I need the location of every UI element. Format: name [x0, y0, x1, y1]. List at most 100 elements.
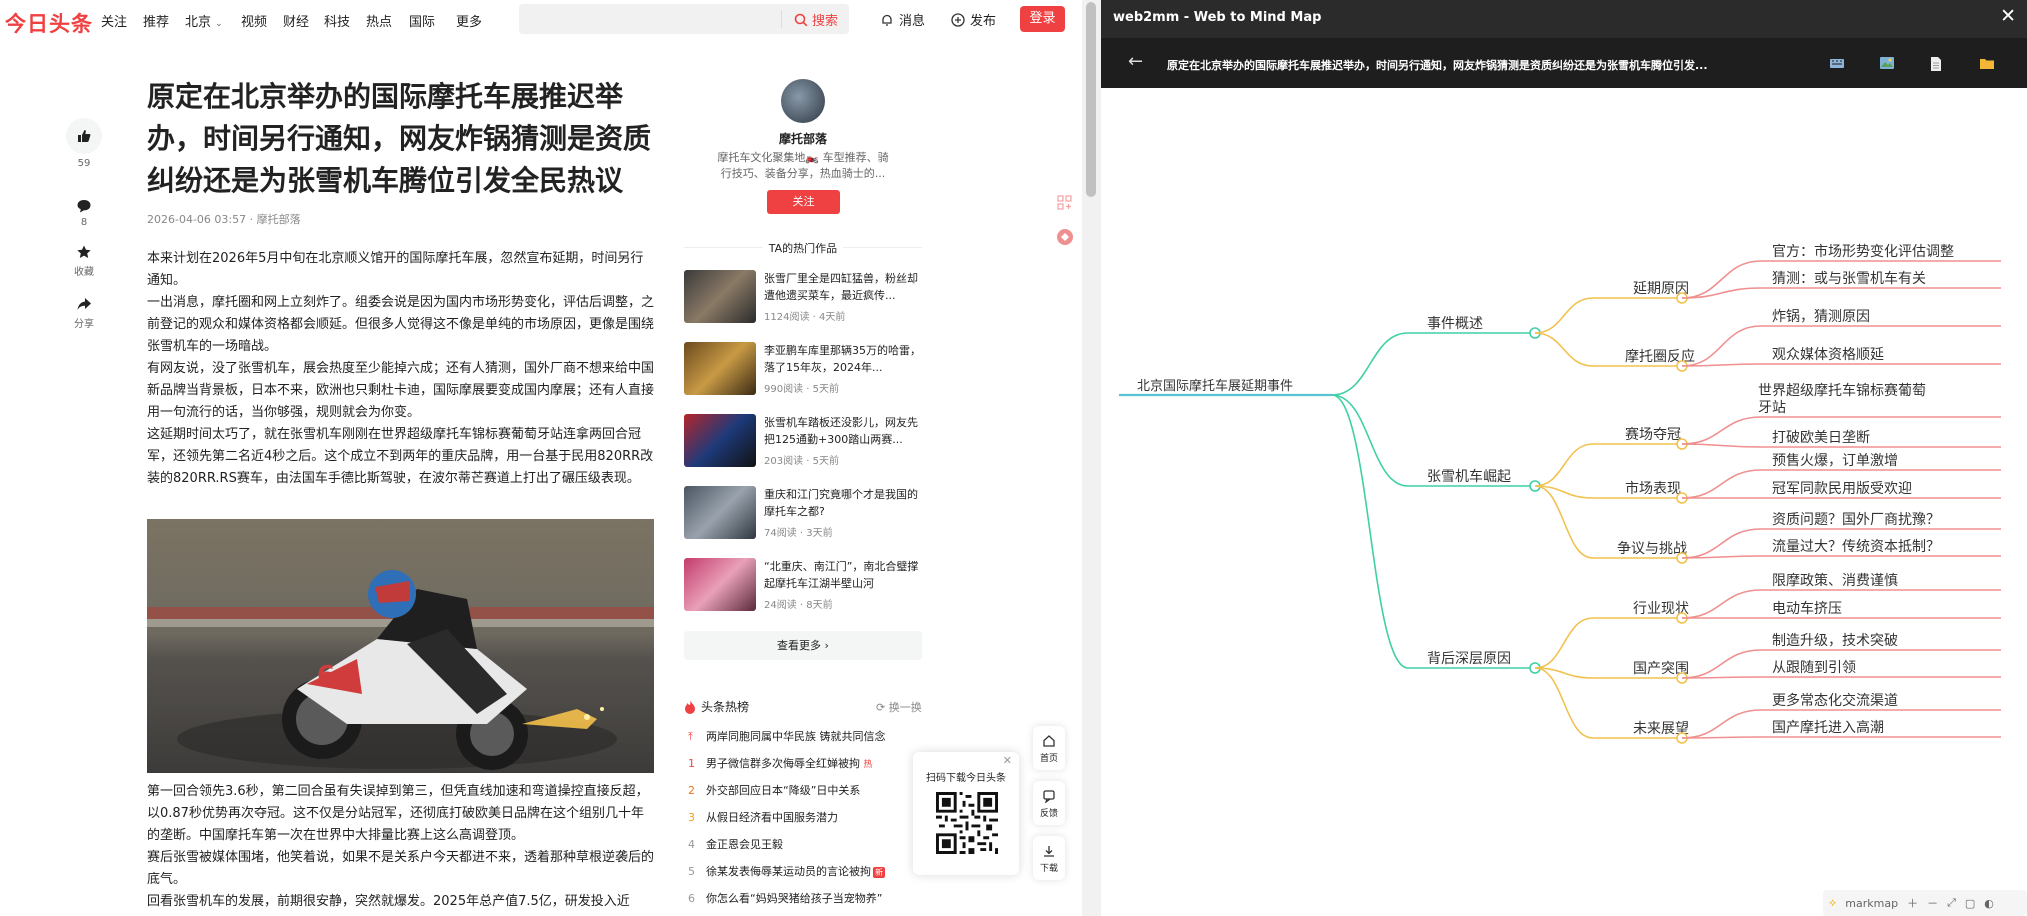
panel-titlebar: web2mm - Web to Mind Map ✕ [1101, 0, 2027, 38]
author-avatar[interactable] [781, 79, 825, 123]
nav-follow[interactable]: 关注 [101, 11, 127, 30]
hot-list-title: 头条热榜 [701, 700, 750, 714]
work-item[interactable]: 重庆和江门究竟哪个才是我国的摩托车之都? 74阅读 · 3天前 [684, 486, 922, 542]
folder-icon[interactable] [1979, 56, 1995, 70]
grid-icon[interactable] [1056, 194, 1074, 212]
publish-button[interactable]: 发布 [951, 10, 996, 29]
nav-beijing[interactable]: 北京 ⌄ [185, 11, 223, 30]
nav-international[interactable]: 国际 [409, 11, 435, 30]
close-icon[interactable]: ✕ [2000, 5, 2016, 27]
back-arrow-icon[interactable]: ← [1128, 51, 1143, 72]
hot-item[interactable]: 5 徐某发表侮辱某运动员的言论被拘新 [688, 863, 885, 879]
branch-connector [1331, 394, 1409, 487]
logo[interactable]: 今日头条 [5, 8, 93, 38]
work-item[interactable]: “北重庆、南江门”，南北合璧撑起摩托车江湖半壁山河 24阅读 · 8天前 [684, 558, 922, 614]
work-meta: 203阅读 · 5天前 [764, 456, 839, 467]
root-node-label: 北京国际摩托车展延期事件 [1137, 378, 1293, 394]
more-works-button[interactable]: 查看更多 › [684, 631, 922, 660]
hot-item[interactable]: ⤒ 两岸同胞同属中华民族 铸就共同信念 [688, 728, 886, 744]
comment-button[interactable]: 8 [66, 198, 102, 228]
news-page: 今日头条 关注 推荐 北京 ⌄ 视频 财经 科技 热点 国际 更多 搜索 消息 … [0, 0, 1082, 916]
nav-video[interactable]: 视频 [241, 11, 267, 30]
hot-item-text: 从假日经济看中国服务潜力 [706, 811, 838, 824]
article-title: 原定在北京举办的国际摩托车展推迟举办，时间另行通知，网友炸锅猜测是资质纠纷还是为… [147, 80, 652, 197]
work-item[interactable]: 李亚鹏车库里那辆35万的哈雷，落了15年灰，2024年... 990阅读 · 5… [684, 342, 922, 398]
plus-circle-icon [951, 12, 965, 27]
comment-icon [77, 200, 91, 213]
share-button[interactable]: 分享 [66, 296, 102, 330]
work-item[interactable]: 张雪机车踏板还没影儿，网友先把125通勤+300踏山两赛... 203阅读 · … [684, 414, 922, 470]
leaf-label: 世界超级摩托车锦标赛葡萄 [1758, 382, 1926, 399]
hot-item[interactable]: 2 外交部回应日本“降级”日中关系 [688, 782, 860, 798]
nav-more[interactable]: 更多 [456, 11, 482, 30]
close-icon[interactable]: ✕ [1003, 754, 1012, 767]
leaf-label: 从跟随到引领 [1772, 660, 1856, 676]
branch-label: 背后深层原因 [1427, 651, 1511, 667]
mindmap-panel: web2mm - Web to Mind Map ✕ ← 原定在北京举办的国际摩… [1101, 0, 2027, 916]
document-icon[interactable] [1929, 56, 1943, 72]
fit-icon[interactable]: ⤢ [1947, 896, 1956, 910]
follow-button[interactable]: 关注 [767, 190, 840, 214]
login-button[interactable]: 登录 [1020, 6, 1065, 32]
hot-rank: 1 [688, 757, 695, 770]
hot-item-text: 徐某发表侮辱某运动员的言论被拘 [706, 865, 871, 878]
nav-recommend[interactable]: 推荐 [143, 11, 169, 30]
keyboard-icon[interactable] [1829, 56, 1845, 70]
work-meta: 1124阅读 · 4天前 [764, 312, 846, 323]
leaf-connector [1681, 469, 1762, 499]
work-meta: 24阅读 · 8天前 [764, 600, 833, 611]
hot-item[interactable]: 1 男子微信群多次侮辱全红婵被拘 热 [688, 755, 873, 771]
zoom-out-icon[interactable]: － [1927, 895, 1938, 911]
new-badge: 新 [873, 867, 885, 878]
motorcycle-racer-image: 6 [147, 519, 654, 773]
refresh-label: 换一换 [888, 701, 922, 714]
work-title: 张雪机车踏板还没影儿，网友先把125通勤+300踏山两赛... [764, 416, 918, 446]
expand-icon[interactable]: ▢ [1965, 897, 1975, 910]
refresh-icon: ⟳ [876, 701, 886, 714]
paragraph: 本来计划在2026年5月中旬在北京顺义馆开的国际摩托车展，忽然宣布延期，时间另行… [147, 251, 644, 288]
messages-label: 消息 [899, 14, 926, 29]
comment-count: 8 [80, 217, 88, 228]
download-button[interactable]: 下载 [1033, 836, 1065, 880]
leaf-label: 流量过大？传统资本抵制？ [1772, 539, 1940, 555]
author-name[interactable]: 摩托部落 [700, 130, 906, 147]
publish-label: 发布 [970, 14, 997, 29]
mind-map[interactable]: 北京国际摩托车展延期事件事件概述延期原因官方：市场形势变化评估调整猜测：或与张雪… [1101, 88, 2027, 916]
nav-hot[interactable]: 热点 [366, 11, 392, 30]
zoom-in-icon[interactable]: ＋ [1907, 895, 1918, 911]
hot-item[interactable]: 6 你怎么看“妈妈哭猪给孩子当宠物养” [688, 890, 882, 906]
pin-icon: ⤒ [688, 730, 693, 743]
paragraph: 赛后张雪被媒体围堵，他笑着说，如果不是关系户今天都进不来，透着那种草根逆袭后的底… [147, 850, 655, 887]
work-item[interactable]: 张雪厂里全是四缸猛兽，粉丝却遭他遗买菜车，最近疯传... 1124阅读 · 4天… [684, 270, 922, 326]
messages-button[interactable]: 消息 [880, 10, 925, 29]
sub-label: 赛场夺冠 [1625, 427, 1681, 443]
nav-finance[interactable]: 财经 [283, 11, 309, 30]
theme-icon[interactable]: ◐ [1984, 897, 1994, 910]
extension-icon[interactable] [1056, 228, 1074, 246]
scrollbar-thumb[interactable] [1086, 2, 1096, 197]
qr-download-popup: ✕ 扫码下载今日头条 [913, 752, 1019, 875]
leaf-label: 电动车挤压 [1772, 600, 1842, 617]
branch-connector [1331, 394, 1409, 669]
leaf-label: 制造升级，技术突破 [1772, 633, 1898, 649]
nav-tech[interactable]: 科技 [324, 11, 350, 30]
author-description: 摩托车文化聚集地🏍️ 车型推荐、骑行技巧、装备分享，热血骑士的... [717, 151, 889, 180]
like-circle [66, 118, 102, 154]
leaf-label: 资质问题？国外厂商扰豫？ [1772, 512, 1940, 528]
work-meta: 990阅读 · 5天前 [764, 384, 839, 395]
home-label: 首页 [1039, 754, 1058, 764]
hot-item[interactable]: 3 从假日经济看中国服务潜力 [688, 809, 838, 825]
like-button[interactable]: 59 [66, 118, 102, 169]
hot-item[interactable]: 4 金正恩会见王毅 [688, 836, 783, 852]
hot-list-heading: 头条热榜 [684, 698, 749, 715]
favorite-button[interactable]: 收藏 [66, 244, 102, 278]
refresh-button[interactable]: ⟳ 换一换 [876, 699, 922, 715]
download-label: 下载 [1039, 864, 1058, 874]
search-button[interactable]: 搜索 [794, 10, 838, 29]
image-icon[interactable] [1879, 56, 1895, 70]
home-button[interactable]: 首页 [1033, 726, 1065, 770]
motorcycle-photo[interactable]: 6 [147, 519, 654, 773]
download-icon [1044, 846, 1054, 857]
more-works-label: 查看更多 [777, 639, 822, 652]
feedback-button[interactable]: 反馈 [1033, 781, 1065, 825]
